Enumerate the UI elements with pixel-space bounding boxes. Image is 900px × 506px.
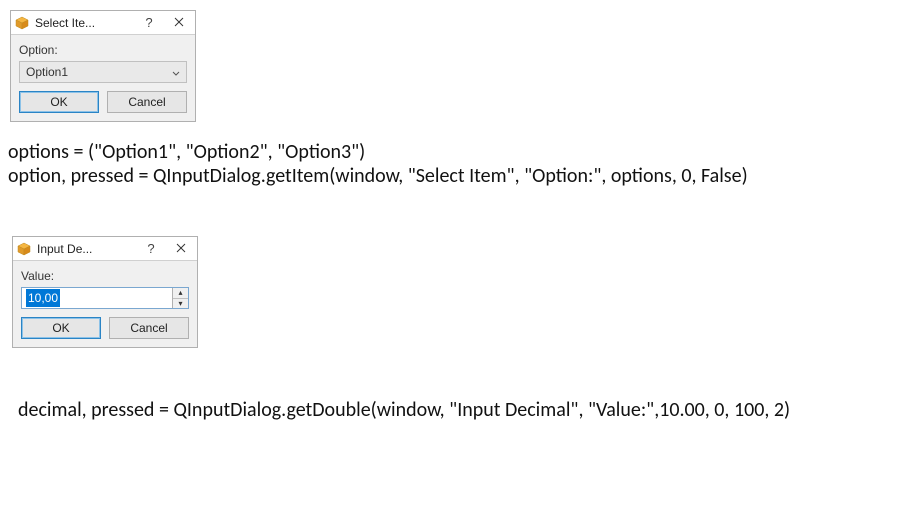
value-spinbox[interactable]: 10,00 ▴ ▾ — [21, 287, 189, 309]
caret-down-icon: ▾ — [178, 299, 182, 308]
app-icon — [17, 242, 31, 256]
option-combobox[interactable]: Option1 — [19, 61, 187, 83]
spin-down-button[interactable]: ▾ — [173, 299, 188, 309]
combobox-value: Option1 — [26, 65, 68, 79]
caret-up-icon: ▴ — [178, 288, 182, 297]
cancel-button[interactable]: Cancel — [109, 317, 189, 339]
dialog-title: Select Ite... — [35, 16, 133, 30]
cancel-button-label: Cancel — [130, 321, 167, 335]
dialog-body: Value: 10,00 ▴ ▾ OK Cancel — [13, 261, 197, 347]
close-button[interactable] — [167, 238, 195, 260]
cancel-button-label: Cancel — [128, 95, 165, 109]
titlebar: Input De... ? — [13, 237, 197, 261]
titlebar: Select Ite... ? — [11, 11, 195, 35]
ok-button[interactable]: OK — [19, 91, 99, 113]
help-icon: ? — [147, 241, 154, 256]
spinbox-buttons: ▴ ▾ — [172, 288, 188, 308]
button-row: OK Cancel — [21, 317, 189, 339]
chevron-down-icon — [172, 65, 180, 79]
code-line-2: option, pressed = QInputDialog.getItem(w… — [8, 164, 748, 188]
spinbox-input[interactable]: 10,00 — [22, 288, 172, 308]
close-button[interactable] — [165, 12, 193, 34]
cancel-button[interactable]: Cancel — [107, 91, 187, 113]
button-row: OK Cancel — [19, 91, 187, 113]
help-icon: ? — [145, 15, 152, 30]
code-line-3: decimal, pressed = QInputDialog.getDoubl… — [18, 398, 790, 422]
help-button[interactable]: ? — [137, 238, 165, 260]
spin-up-button[interactable]: ▴ — [173, 288, 188, 299]
dialog-title: Input De... — [37, 242, 135, 256]
close-icon — [174, 15, 184, 30]
dialog-body: Option: Option1 OK Cancel — [11, 35, 195, 121]
ok-button-label: OK — [50, 95, 67, 109]
ok-button[interactable]: OK — [21, 317, 101, 339]
value-label: Value: — [21, 269, 189, 283]
app-icon — [15, 16, 29, 30]
ok-button-label: OK — [52, 321, 69, 335]
input-decimal-dialog: Input De... ? Value: 10,00 ▴ ▾ — [12, 236, 198, 348]
select-item-dialog: Select Ite... ? Option: Option1 OK Cance… — [10, 10, 196, 122]
code-line-1: options = ("Option1", "Option2", "Option… — [8, 140, 365, 164]
help-button[interactable]: ? — [135, 12, 163, 34]
option-label: Option: — [19, 43, 187, 57]
close-icon — [176, 241, 186, 256]
spinbox-value: 10,00 — [26, 289, 60, 307]
